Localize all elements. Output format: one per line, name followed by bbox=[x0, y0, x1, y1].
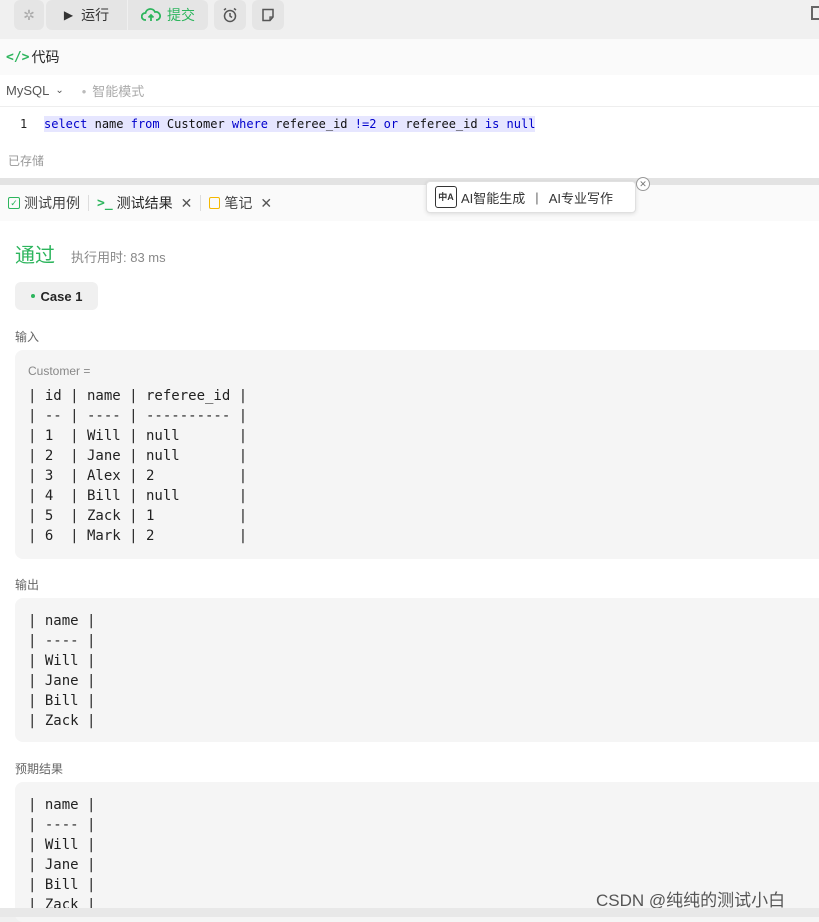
sql-code[interactable]: select name from Customer where referee_… bbox=[44, 116, 536, 132]
note-icon bbox=[209, 197, 221, 209]
table-line: | Bill | bbox=[28, 693, 96, 709]
input-box: Customer = | id | name | referee_id | | -… bbox=[15, 350, 819, 559]
tab-testresult[interactable]: >_ 测试结果 ✕ bbox=[89, 193, 200, 213]
table-line: | Will | bbox=[28, 653, 96, 669]
input-table: | id | name | referee_id | | -- | ---- | … bbox=[28, 386, 819, 546]
status-row: 通过 执行用时: 83 ms bbox=[15, 239, 166, 268]
code-panel: </> 代码 MySQL ⌄ 智能模式 1 select name from C… bbox=[0, 39, 819, 178]
run-label: 运行 bbox=[81, 7, 110, 23]
expected-label: 预期结果 bbox=[15, 762, 64, 776]
table-line: | Jane | bbox=[28, 857, 96, 873]
tab-testcase[interactable]: ✓ 测试用例 bbox=[0, 193, 88, 213]
smart-mode-toggle[interactable]: 智能模式 bbox=[82, 81, 144, 100]
alarm-clock-icon bbox=[223, 7, 237, 23]
input-var-label: Customer = bbox=[28, 364, 91, 378]
ai-writing-button[interactable]: AI专业写作 bbox=[549, 188, 613, 207]
exec-time: 执行用时: 83 ms bbox=[71, 250, 166, 265]
result-tabs: ✓ 测试用例 >_ 测试结果 ✕ 笔记 ✕ bbox=[0, 185, 819, 221]
terminal-icon: >_ bbox=[97, 195, 113, 211]
ai-generate-button[interactable]: AI智能生成 bbox=[461, 188, 525, 207]
input-label: 输入 bbox=[15, 330, 40, 344]
close-icon[interactable]: ✕ bbox=[260, 195, 272, 212]
tab-testresult-label: 测试结果 bbox=[116, 195, 173, 211]
table-line: | ---- | bbox=[28, 817, 96, 833]
close-icon[interactable]: ✕ bbox=[181, 195, 193, 212]
status-text: 通过 bbox=[15, 245, 55, 267]
table-line: | 6 | Mark | 2 | bbox=[28, 528, 248, 544]
timer-button[interactable] bbox=[214, 0, 246, 30]
close-icon[interactable]: ✕ bbox=[636, 177, 650, 191]
table-line: | 3 | Alex | 2 | bbox=[28, 468, 248, 484]
output-box: | name | | ---- | | Will | | Jane | | Bill |… bbox=[15, 598, 819, 742]
table-line: | Jane | bbox=[28, 673, 96, 689]
table-line: | Zack | bbox=[28, 713, 96, 729]
tab-notes-label: 笔记 bbox=[224, 195, 253, 211]
pass-dot-icon bbox=[30, 294, 35, 298]
saved-status: 已存储 bbox=[8, 154, 45, 168]
bottom-scrollbar[interactable] bbox=[0, 908, 819, 917]
debug-button[interactable]: ✲ bbox=[14, 0, 44, 30]
checkbox-icon: ✓ bbox=[8, 197, 20, 209]
layout-icon[interactable] bbox=[811, 6, 819, 20]
submit-label: 提交 bbox=[167, 7, 195, 23]
language-select[interactable]: MySQL bbox=[6, 83, 49, 98]
translate-logo-icon: 中A bbox=[435, 186, 457, 208]
run-button[interactable]: ▶ 运行 bbox=[46, 0, 127, 30]
submit-button[interactable]: 提交 bbox=[128, 0, 208, 30]
note-icon bbox=[262, 8, 274, 22]
output-label: 输出 bbox=[15, 578, 40, 592]
output-table: | name | | ---- | | Will | | Jane | | Bill |… bbox=[28, 611, 819, 731]
line-number: 1 bbox=[20, 117, 28, 131]
tab-testcase-label: 测试用例 bbox=[24, 195, 80, 211]
table-line: | -- | ---- | ---------- | bbox=[28, 408, 248, 424]
tab-notes[interactable]: 笔记 ✕ bbox=[201, 193, 280, 213]
code-title: 代码 bbox=[31, 49, 60, 65]
note-button[interactable] bbox=[252, 0, 284, 30]
ai-popup: 中A AI智能生成 | AI专业写作 bbox=[426, 181, 636, 213]
code-icon: </> bbox=[6, 49, 30, 65]
table-line: | 1 | Will | null | bbox=[28, 428, 248, 444]
case-label: Case 1 bbox=[40, 288, 83, 304]
panel-resize-handle[interactable] bbox=[0, 178, 819, 185]
language-row: MySQL ⌄ 智能模式 bbox=[0, 75, 819, 107]
play-icon: ▶ bbox=[63, 8, 74, 22]
cloud-upload-icon bbox=[141, 8, 161, 21]
ai-separator: | bbox=[535, 189, 539, 205]
results-panel: 通过 执行用时: 83 ms Case 1 输入 Customer = | id… bbox=[0, 221, 819, 922]
table-line: | name | bbox=[28, 613, 96, 629]
code-editor-line[interactable]: 1 select name from Customer where refere… bbox=[0, 107, 819, 141]
table-line: | ---- | bbox=[28, 633, 96, 649]
chevron-down-icon[interactable]: ⌄ bbox=[55, 85, 63, 96]
code-header: </> 代码 bbox=[0, 39, 819, 75]
table-line: | 5 | Zack | 1 | bbox=[28, 508, 248, 524]
table-line: | Will | bbox=[28, 837, 96, 853]
case-1-button[interactable]: Case 1 bbox=[15, 282, 98, 310]
toolbar: ✲ ▶ 运行 提交 bbox=[0, 0, 819, 39]
table-line: | name | bbox=[28, 797, 96, 813]
table-line: | 4 | Bill | null | bbox=[28, 488, 248, 504]
bug-icon: ✲ bbox=[23, 6, 35, 23]
table-line: | 2 | Jane | null | bbox=[28, 448, 248, 464]
table-line: | id | name | referee_id | bbox=[28, 388, 248, 404]
